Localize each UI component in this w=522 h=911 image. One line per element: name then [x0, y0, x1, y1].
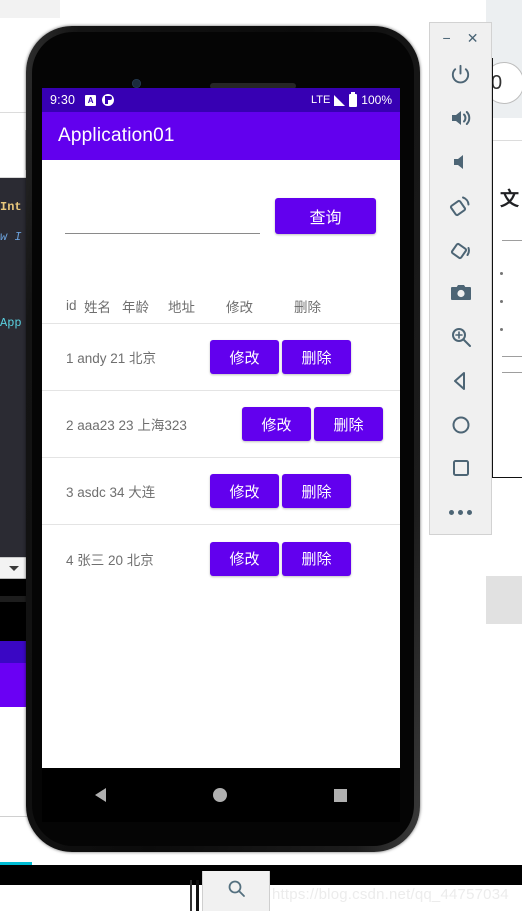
- column-header-delete: 删除: [294, 299, 321, 315]
- ide-code-line-3: App: [0, 316, 22, 330]
- edit-button[interactable]: 修改: [242, 407, 311, 441]
- android-navigation-bar: [42, 768, 400, 822]
- close-icon[interactable]: ✕: [467, 31, 479, 45]
- battery-percent-label: 100%: [361, 93, 392, 107]
- app-notification-icon: A: [85, 94, 97, 106]
- camera-icon[interactable]: [429, 272, 492, 316]
- column-header-age: 年龄: [122, 299, 149, 315]
- search-input[interactable]: [65, 204, 260, 234]
- chevron-down-icon: [9, 566, 19, 571]
- delete-button[interactable]: 删除: [282, 474, 351, 508]
- table-row: 3 asdc 34 大连 修改 删除: [42, 458, 400, 525]
- edit-button[interactable]: 修改: [210, 340, 279, 374]
- network-type-label: LTE: [310, 94, 331, 106]
- background-top-strip: [0, 0, 60, 18]
- table-row: 4 张三 20 北京 修改 删除: [42, 525, 400, 592]
- status-bar-system-icons: LTE 100%: [310, 91, 392, 107]
- status-bar-notification-icons: A: [85, 94, 115, 106]
- edit-button[interactable]: 修改: [210, 474, 279, 508]
- signal-icon: [334, 94, 346, 106]
- emulator-toolbar: − ✕: [429, 22, 492, 535]
- back-icon[interactable]: [429, 359, 492, 403]
- table-row: 1 andy 21 北京 修改 删除: [42, 324, 400, 391]
- back-icon[interactable]: [95, 788, 107, 802]
- delete-button[interactable]: 删除: [282, 340, 351, 374]
- column-header-id: id: [66, 298, 77, 313]
- front-camera-icon: [132, 79, 141, 88]
- row-actions: 修改 删除: [210, 340, 351, 374]
- app-content: 查询 id 姓名 年龄 地址 修改 删除 1 andy 21 北京 修改 删除 …: [42, 160, 400, 768]
- app-bar: Application01: [42, 112, 400, 160]
- ellipsis-dots: [449, 509, 472, 515]
- volume-up-icon[interactable]: [429, 97, 492, 141]
- taskbar-search-button[interactable]: [202, 871, 270, 911]
- watermark-url: https://blog.csdn.net/qq_44757034: [272, 886, 509, 903]
- row-actions: 修改 删除: [210, 474, 351, 508]
- power-icon[interactable]: [429, 53, 492, 97]
- overview-icon[interactable]: [429, 447, 492, 491]
- app-title: Application01: [58, 125, 175, 146]
- edit-button[interactable]: 修改: [210, 541, 279, 576]
- row-text: 4 张三 20 北京: [66, 552, 154, 568]
- row-actions: 修改 删除: [210, 541, 351, 576]
- recent-apps-icon[interactable]: [333, 788, 347, 802]
- search-row: 查询: [42, 198, 400, 244]
- status-bar-clock: 9:30: [50, 93, 76, 107]
- table-row: 2 aaa23 23 上海323 修改 删除: [42, 391, 400, 458]
- android-status-bar: 9:30 A LTE 100%: [42, 88, 400, 112]
- row-actions: 修改 删除: [242, 407, 383, 441]
- background-gray-band: [486, 576, 522, 624]
- background-browser-frame: [492, 58, 522, 478]
- android-emulator-device: 9:30 A LTE 100% Application01 查询 id 姓名 年…: [26, 26, 420, 852]
- column-header-edit: 修改: [226, 299, 253, 315]
- volume-down-icon[interactable]: [429, 140, 492, 184]
- ide-code-line-2: w I: [0, 230, 22, 244]
- row-text: 2 aaa23 23 上海323: [66, 418, 187, 433]
- query-button[interactable]: 查询: [275, 198, 376, 234]
- rotate-left-icon[interactable]: [429, 184, 492, 228]
- table-header-row: id 姓名 年龄 地址 修改 删除: [42, 288, 400, 324]
- background-lower-white-panel-2: [0, 818, 32, 862]
- rotate-right-icon[interactable]: [429, 228, 492, 272]
- minimize-icon[interactable]: −: [443, 31, 451, 45]
- more-icon[interactable]: [429, 490, 492, 534]
- search-icon: [228, 880, 245, 897]
- column-header-address: 地址: [168, 299, 195, 315]
- emulator-titlebar: − ✕: [430, 23, 491, 53]
- home-icon[interactable]: [212, 788, 227, 802]
- clock-icon: [102, 94, 115, 106]
- ide-code-line-1: Int: [0, 200, 22, 214]
- battery-icon: [349, 91, 358, 107]
- records-table: id 姓名 年龄 地址 修改 删除 1 andy 21 北京 修改 删除 2 a…: [42, 288, 400, 592]
- delete-button[interactable]: 删除: [314, 407, 383, 441]
- phone-screen: 9:30 A LTE 100% Application01 查询 id 姓名 年…: [42, 88, 400, 768]
- delete-button[interactable]: 删除: [282, 541, 351, 576]
- taskbar-tick-left: [190, 880, 192, 911]
- row-text: 1 andy 21 北京: [66, 351, 157, 366]
- column-header-name: 姓名: [84, 299, 111, 315]
- taskbar-tick: [196, 880, 199, 911]
- row-text: 3 asdc 34 大连: [66, 485, 156, 500]
- screenshot-root: Int w I App 0 文 9:30 A LTE 100% Applicat…: [0, 0, 522, 911]
- home-icon[interactable]: [429, 403, 492, 447]
- zoom-icon[interactable]: [429, 315, 492, 359]
